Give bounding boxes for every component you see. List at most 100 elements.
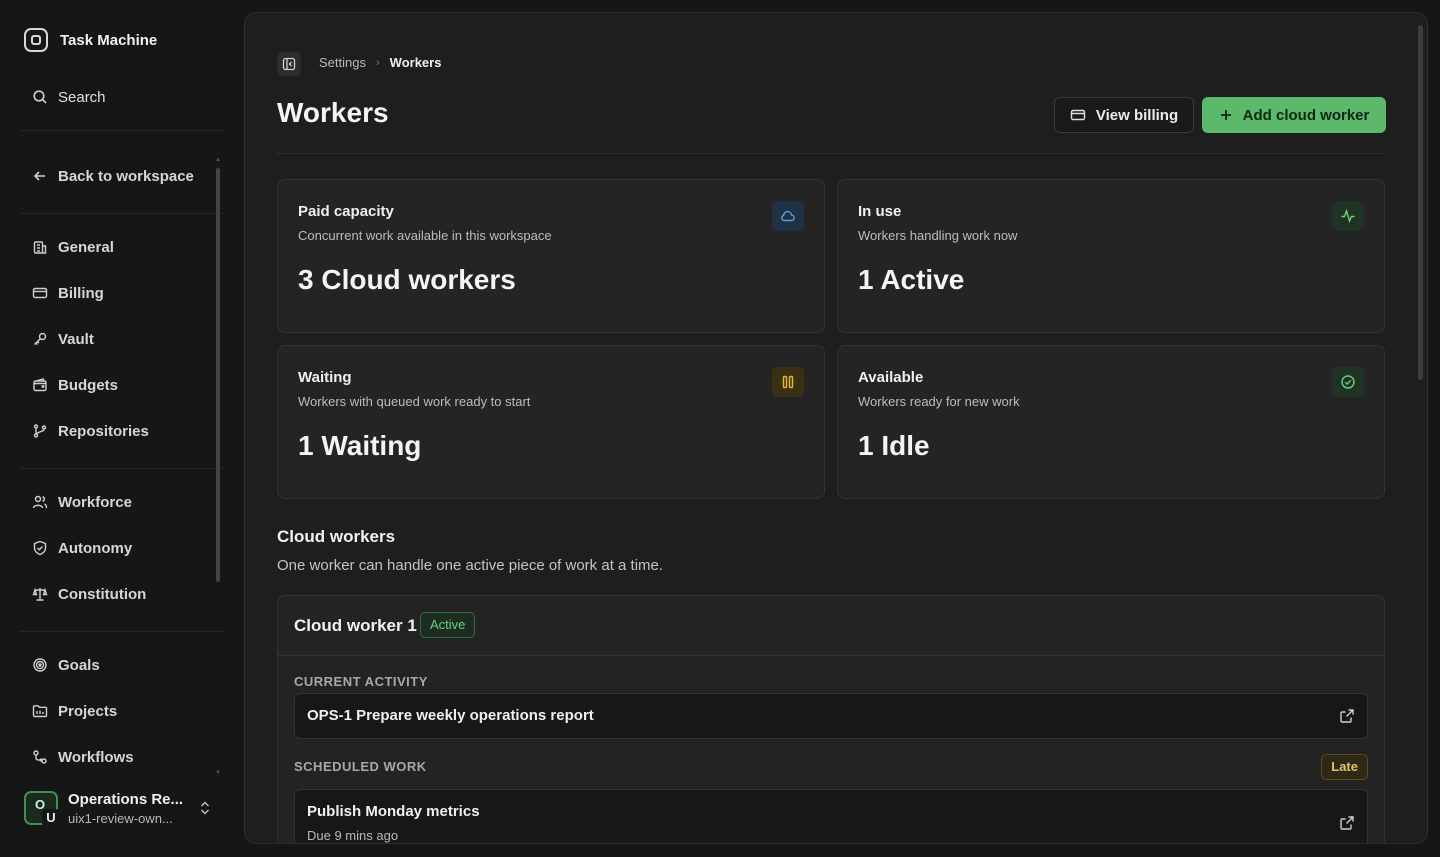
stat-description: Concurrent work available in this worksp… [298, 228, 552, 243]
status-badge: Active [420, 612, 476, 638]
stat-value: 1 Waiting [298, 430, 422, 461]
current-activity-row[interactable]: OPS-1 Prepare weekly operations report [294, 693, 1368, 739]
sidebar-item-label: Workforce [58, 493, 132, 511]
title-divider [277, 153, 1385, 154]
stat-value: 1 Idle [858, 430, 930, 461]
activity-icon [1332, 201, 1364, 231]
wallet-icon [33, 378, 47, 392]
building-icon [33, 241, 47, 254]
view-billing-button[interactable]: View billing [1054, 97, 1194, 133]
sidebar: Task Machine Search Back to workspace Ge… [0, 0, 244, 857]
stat-title: Paid capacity [298, 203, 394, 220]
shield-icon [33, 540, 47, 556]
cloud-icon [772, 201, 804, 231]
page-title: Workers [277, 97, 389, 128]
target-icon [33, 658, 47, 672]
brand[interactable]: Task Machine [24, 28, 157, 52]
current-activity-label: CURRENT ACTIVITY [294, 674, 428, 689]
sidebar-toggle-button[interactable] [277, 52, 301, 76]
workspace-user: uix1-review-own... [68, 810, 173, 826]
plus-icon [1220, 110, 1231, 120]
credit-card-icon [1070, 109, 1086, 121]
workspace-switcher[interactable]: O U Operations Re... uix1-review-own... [24, 786, 224, 830]
sidebar-item-label: Goals [58, 656, 100, 674]
stat-title: Available [858, 369, 924, 386]
folder-icon [32, 705, 48, 718]
credit-card-icon [32, 287, 48, 299]
worker-name: Cloud worker 1 [294, 616, 417, 635]
sidebar-item-label: Workflows [58, 748, 134, 766]
activity-title: OPS-1 Prepare weekly operations report [307, 707, 594, 724]
workflow-icon [33, 750, 47, 764]
sidebar-item-label: Constitution [58, 585, 147, 603]
sidebar-item-constitution[interactable]: Constitution [24, 576, 210, 612]
stat-card-available: Available Workers ready for new work 1 I… [837, 345, 1385, 499]
sidebar-item-label: Billing [58, 284, 104, 302]
sidebar-item-label: Autonomy [58, 539, 133, 557]
sidebar-divider [20, 631, 224, 632]
sidebar-item-workforce[interactable]: Workforce [24, 484, 210, 520]
stat-title: Waiting [298, 369, 352, 386]
late-badge: Late [1321, 754, 1368, 780]
scheduled-work-row[interactable]: Publish Monday metrics Due 9 mins ago [294, 789, 1368, 843]
section-title: Cloud workers [277, 527, 396, 546]
scheduled-title: Publish Monday metrics [307, 803, 480, 820]
sidebar-item-label: Budgets [58, 376, 118, 394]
external-link-icon[interactable] [1339, 708, 1355, 724]
sidebar-item-label: Projects [58, 702, 118, 720]
sidebar-item-general[interactable]: General [24, 229, 210, 265]
sidebar-divider [20, 130, 224, 131]
stat-value: 1 Active [858, 264, 965, 295]
section-description: One worker can handle one active piece o… [277, 557, 664, 574]
arrow-left-icon [33, 171, 45, 181]
breadcrumb-settings[interactable]: Settings [319, 55, 366, 70]
add-cloud-worker-button[interactable]: Add cloud worker [1202, 97, 1386, 133]
breadcrumb-current: Workers [389, 55, 442, 70]
sidebar-item-autonomy[interactable]: Autonomy [24, 530, 210, 566]
sidebar-item-projects[interactable]: Projects [24, 693, 210, 729]
scroll-down-arrow[interactable]: ▼ [215, 770, 221, 776]
git-branch-icon [33, 424, 47, 438]
worker-card-header: Cloud worker 1 Active [278, 596, 1386, 656]
scale-icon [32, 587, 48, 601]
search-icon [33, 90, 47, 104]
sidebar-item-billing[interactable]: Billing [24, 275, 210, 311]
sidebar-item-workflows[interactable]: Workflows [24, 739, 210, 775]
stat-card-paid-capacity: Paid capacity Concurrent work available … [277, 179, 825, 333]
main-scrollbar[interactable] [1418, 25, 1423, 380]
worker-card: Cloud worker 1 Active CURRENT ACTIVITY O… [277, 595, 1386, 843]
stat-card-waiting: Waiting Workers with queued work ready t… [277, 345, 825, 499]
sidebar-item-budgets[interactable]: Budgets [24, 367, 210, 403]
chevrons-up-down-icon [200, 801, 210, 815]
check-circle-icon [1332, 367, 1364, 397]
sidebar-collapse-icon [282, 57, 296, 71]
sidebar-item-vault[interactable]: Vault [24, 321, 210, 357]
search-button[interactable]: Search [24, 80, 220, 114]
key-icon [34, 332, 47, 345]
stat-description: Workers ready for new work [858, 394, 1020, 409]
scheduled-due: Due 9 mins ago [307, 828, 399, 843]
pause-icon [772, 367, 804, 397]
sidebar-item-repositories[interactable]: Repositories [24, 413, 210, 449]
main-panel: Settings › Workers Workers View billing … [244, 12, 1428, 844]
stat-value: 3 Cloud workers [298, 264, 516, 295]
stat-description: Workers handling work now [858, 228, 1018, 243]
sidebar-scrollbar[interactable] [216, 168, 220, 582]
sidebar-divider [20, 468, 224, 469]
sidebar-item-goals[interactable]: Goals [24, 647, 210, 683]
stat-card-in-use: In use Workers handling work now 1 Activ… [837, 179, 1385, 333]
back-to-workspace-link[interactable]: Back to workspace [24, 158, 210, 194]
external-link-icon[interactable] [1339, 815, 1355, 831]
sidebar-item-label: Vault [58, 330, 94, 348]
sidebar-item-label: Repositories [58, 422, 149, 440]
scroll-up-arrow[interactable]: ▲ [215, 157, 221, 163]
breadcrumb: Settings › Workers [319, 55, 441, 70]
sidebar-item-label: General [58, 238, 114, 256]
scheduled-work-label: SCHEDULED WORK [294, 759, 427, 774]
avatar-initial-secondary: U [42, 809, 60, 827]
app-logo-icon [24, 28, 48, 52]
sidebar-divider [20, 213, 224, 214]
stat-title: In use [858, 203, 902, 220]
view-billing-label: View billing [1095, 106, 1179, 124]
app-name: Task Machine [60, 31, 158, 49]
